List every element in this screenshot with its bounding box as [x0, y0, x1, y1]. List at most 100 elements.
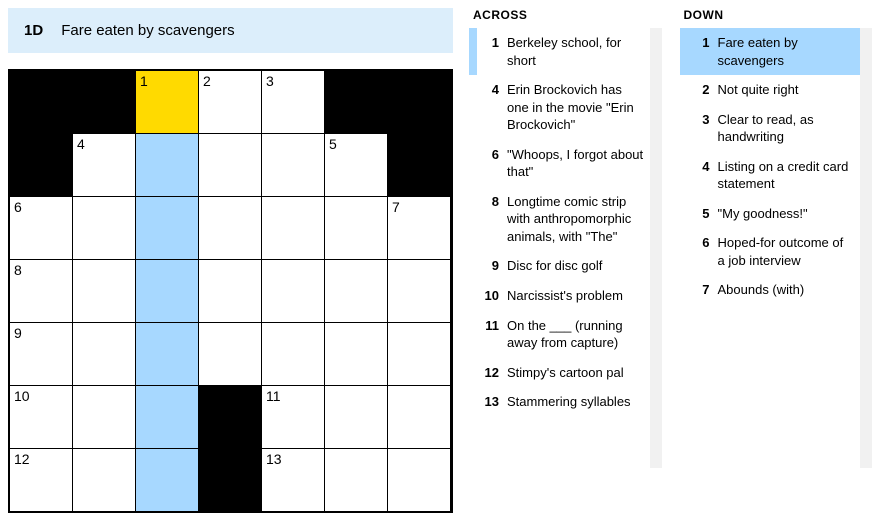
clue-item[interactable]: 1Berkeley school, for short [469, 28, 650, 75]
grid-cell-black [10, 134, 72, 196]
cell-number: 8 [14, 262, 22, 278]
grid-cell[interactable]: 5 [325, 134, 387, 196]
clue-item[interactable]: 1Fare eaten by scavengers [680, 28, 861, 75]
grid-cell[interactable] [199, 260, 261, 322]
cell-number: 3 [266, 73, 274, 89]
clue-number: 3 [692, 111, 710, 146]
grid-cell[interactable]: 4 [73, 134, 135, 196]
clue-text: Hoped-for outcome of a job interview [718, 234, 855, 269]
grid-cell[interactable] [199, 197, 261, 259]
grid-cell[interactable] [199, 323, 261, 385]
grid-cell-black [73, 71, 135, 133]
scroll-up-icon[interactable]: ▲ [651, 30, 660, 39]
current-clue-bar: 1D Fare eaten by scavengers [8, 8, 453, 53]
clue-item[interactable]: 6"Whoops, I forgot about that" [469, 140, 650, 187]
clue-number: 4 [692, 158, 710, 193]
clue-item[interactable]: 3Clear to read, as handwriting [680, 105, 861, 152]
scroll-down-icon[interactable]: ▼ [861, 457, 870, 466]
grid-cell[interactable] [325, 323, 387, 385]
clue-text: Erin Brockovich has one in the movie "Er… [507, 81, 644, 134]
clue-text: "Whoops, I forgot about that" [507, 146, 644, 181]
clue-text: Abounds (with) [718, 281, 855, 299]
clue-text: On the ___ (running away from capture) [507, 317, 644, 352]
grid-cell[interactable] [325, 386, 387, 448]
crossword-grid[interactable]: 12345678910111213 [8, 69, 453, 513]
grid-cell[interactable]: 6 [10, 197, 72, 259]
clue-item[interactable]: 13Stammering syllables [469, 387, 650, 417]
clue-item[interactable]: 7Abounds (with) [680, 275, 861, 305]
grid-cell[interactable]: 8 [10, 260, 72, 322]
grid-cell[interactable] [262, 197, 324, 259]
clue-text: Disc for disc golf [507, 257, 644, 275]
grid-cell[interactable]: 2 [199, 71, 261, 133]
grid-cell[interactable]: 9 [10, 323, 72, 385]
grid-cell[interactable] [73, 323, 135, 385]
grid-cell[interactable] [199, 134, 261, 196]
clue-number: 6 [692, 234, 710, 269]
clue-item[interactable]: 10Narcissist's problem [469, 281, 650, 311]
grid-cell[interactable]: 10 [10, 386, 72, 448]
grid-cell[interactable] [388, 323, 450, 385]
clue-item[interactable]: 4Listing on a credit card statement [680, 152, 861, 199]
grid-cell-black [388, 134, 450, 196]
grid-cell-black [199, 386, 261, 448]
grid-cell-black [10, 71, 72, 133]
grid-cell[interactable]: 1 [136, 71, 198, 133]
clue-text: Fare eaten by scavengers [718, 34, 855, 69]
grid-cell[interactable] [136, 323, 198, 385]
grid-cell[interactable] [73, 386, 135, 448]
cell-number: 1 [140, 73, 148, 89]
clue-item[interactable]: 9Disc for disc golf [469, 251, 650, 281]
across-column: ACROSS ▲ ▼ 1Berkeley school, for short4E… [469, 8, 662, 468]
clue-item[interactable]: 2Not quite right [680, 75, 861, 105]
grid-cell[interactable] [325, 197, 387, 259]
grid-cell[interactable] [73, 449, 135, 511]
grid-cell[interactable]: 11 [262, 386, 324, 448]
grid-cell[interactable] [325, 449, 387, 511]
current-clue-text: Fare eaten by scavengers [61, 22, 234, 39]
grid-cell[interactable] [73, 197, 135, 259]
clue-item[interactable]: 4Erin Brockovich has one in the movie "E… [469, 75, 650, 140]
cell-number: 7 [392, 199, 400, 215]
clue-item[interactable]: 8Longtime comic strip with anthropomorph… [469, 187, 650, 252]
grid-cell[interactable] [325, 260, 387, 322]
across-clue-list[interactable]: ▲ ▼ 1Berkeley school, for short4Erin Bro… [469, 28, 662, 468]
cell-number: 6 [14, 199, 22, 215]
grid-cell[interactable] [388, 449, 450, 511]
clue-item[interactable]: 12Stimpy's cartoon pal [469, 358, 650, 388]
down-clue-list[interactable]: ▲ ▼ 1Fare eaten by scavengers2Not quite … [680, 28, 873, 468]
clue-text: Longtime comic strip with anthropomorphi… [507, 193, 644, 246]
grid-cell[interactable] [136, 197, 198, 259]
grid-cell[interactable]: 12 [10, 449, 72, 511]
clue-number: 6 [481, 146, 499, 181]
scroll-down-icon[interactable]: ▼ [651, 457, 660, 466]
grid-cell[interactable] [136, 260, 198, 322]
clue-item[interactable]: 5"My goodness!" [680, 199, 861, 229]
clue-number: 1 [692, 34, 710, 69]
clue-text: Stimpy's cartoon pal [507, 364, 644, 382]
grid-cell[interactable]: 13 [262, 449, 324, 511]
grid-cell[interactable] [73, 260, 135, 322]
cell-number: 12 [14, 451, 30, 467]
across-heading: ACROSS [469, 8, 662, 22]
grid-cell[interactable]: 3 [262, 71, 324, 133]
clue-number: 13 [481, 393, 499, 411]
grid-cell[interactable] [262, 323, 324, 385]
grid-cell[interactable] [136, 134, 198, 196]
cell-number: 9 [14, 325, 22, 341]
grid-cell[interactable] [388, 386, 450, 448]
grid-cell[interactable] [388, 260, 450, 322]
cell-number: 11 [266, 388, 281, 404]
clue-item[interactable]: 6Hoped-for outcome of a job interview [680, 228, 861, 275]
grid-cell[interactable]: 7 [388, 197, 450, 259]
cell-number: 5 [329, 136, 337, 152]
clue-item[interactable]: 11On the ___ (running away from capture) [469, 311, 650, 358]
cell-number: 10 [14, 388, 30, 404]
grid-cell[interactable] [262, 260, 324, 322]
grid-cell[interactable] [136, 386, 198, 448]
grid-cell[interactable] [262, 134, 324, 196]
grid-cell[interactable] [136, 449, 198, 511]
clue-number: 2 [692, 81, 710, 99]
clue-number: 1 [481, 34, 499, 69]
scroll-up-icon[interactable]: ▲ [861, 30, 870, 39]
